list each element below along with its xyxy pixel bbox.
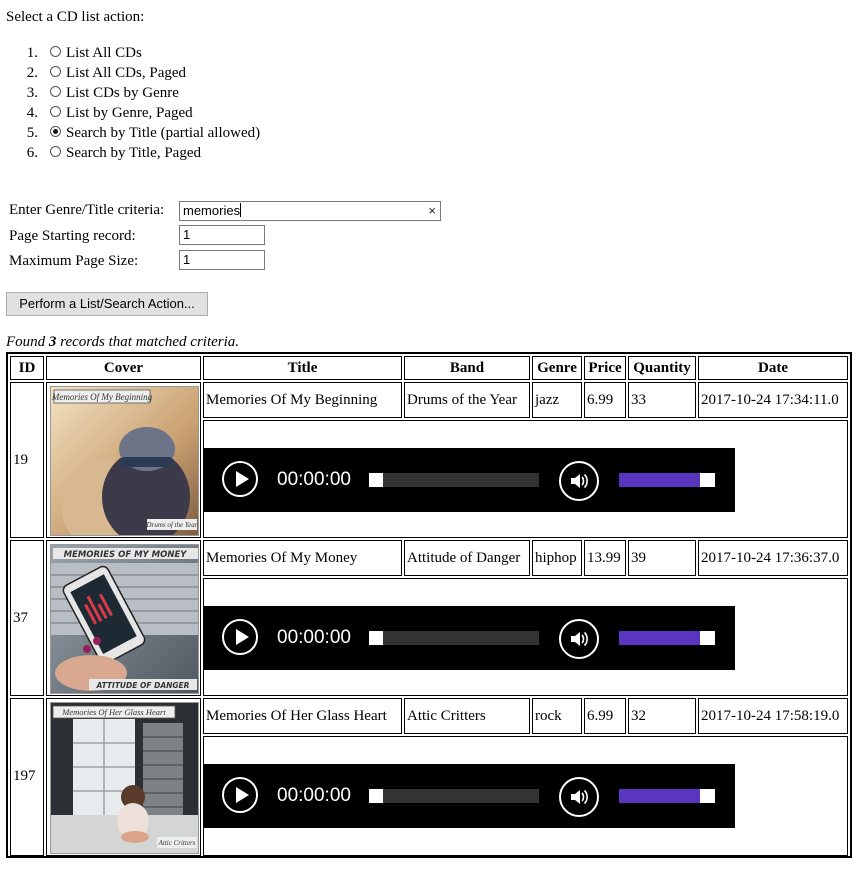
volume-thumb[interactable] (700, 473, 715, 487)
cell-id: 37 (10, 540, 44, 696)
album-cover: MEMORIES OF MY MONEY ATTITUDE OF DANGER (50, 544, 199, 694)
cover-band-art: ATTITUDE OF DANGER (96, 681, 190, 690)
cell-band: Attic Critters (404, 698, 530, 734)
header-price: Price (584, 356, 626, 380)
speaker-icon[interactable] (559, 777, 599, 817)
volume-thumb[interactable] (700, 789, 715, 803)
cell-genre: hiphop (532, 540, 582, 576)
criteria-input[interactable]: memories × (179, 201, 441, 221)
cell-price: 13.99 (584, 540, 626, 576)
play-icon[interactable] (222, 461, 258, 497)
album-cover: Memories Of Her Glass Heart Attic Critte… (50, 702, 199, 854)
start-record-label: Page Starting record: (9, 228, 136, 244)
cell-date: 2017-10-24 17:34:11.0 (698, 382, 848, 418)
volume-slider[interactable] (619, 473, 715, 487)
cell-price: 6.99 (584, 382, 626, 418)
clear-icon[interactable]: × (428, 202, 436, 220)
cell-title: Memories Of Her Glass Heart (203, 698, 402, 734)
audio-player: 00:00:00 (203, 448, 735, 512)
cell-quantity: 39 (628, 540, 696, 576)
cell-date: 2017-10-24 17:58:19.0 (698, 698, 848, 734)
cover-title-art: Memories Of Her Glass Heart (61, 707, 166, 717)
seek-thumb[interactable] (369, 473, 383, 487)
audio-player: 00:00:00 (203, 606, 735, 670)
cell-date: 2017-10-24 17:36:37.0 (698, 540, 848, 576)
player-time: 00:00:00 (277, 627, 351, 648)
cover-title-art: Memories Of My Beginning (51, 392, 153, 402)
cell-title: Memories Of My Beginning (203, 382, 402, 418)
criteria-label: Enter Genre/Title criteria: (9, 202, 165, 218)
criteria-value: memories (183, 203, 241, 218)
audio-player: 00:00:00 (203, 764, 735, 828)
volume-slider[interactable] (619, 631, 715, 645)
cell-id: 19 (10, 382, 44, 538)
seek-thumb[interactable] (369, 631, 383, 645)
radio-button[interactable] (50, 106, 61, 117)
start-record-input[interactable]: 1 (179, 225, 265, 245)
cell-quantity: 32 (628, 698, 696, 734)
speaker-icon[interactable] (559, 619, 599, 659)
seek-bar[interactable] (369, 789, 539, 803)
perform-action-button[interactable]: Perform a List/Search Action... (6, 292, 208, 316)
cell-cover: MEMORIES OF MY MONEY ATTITUDE OF DANGER (46, 540, 201, 696)
album-cover: Memories Of My Beginning Drums of the Ye… (50, 386, 199, 536)
header-band: Band (404, 356, 530, 380)
cover-band-art: Attic Critters (158, 839, 196, 847)
play-icon[interactable] (222, 777, 258, 813)
cell-price: 6.99 (584, 698, 626, 734)
action-prompt: Select a CD list action: (6, 9, 145, 25)
cell-title: Memories Of My Money (203, 540, 402, 576)
header-genre: Genre (532, 356, 582, 380)
radio-button[interactable] (50, 146, 61, 157)
speaker-icon[interactable] (559, 461, 599, 501)
radio-button[interactable] (50, 66, 61, 77)
cell-band: Drums of the Year (404, 382, 530, 418)
header-quantity: Quantity (628, 356, 696, 380)
page-size-label: Maximum Page Size: (9, 253, 139, 269)
header-title: Title (203, 356, 402, 380)
player-time: 00:00:00 (277, 469, 351, 490)
radio-button[interactable] (50, 86, 61, 97)
seek-bar[interactable] (369, 473, 539, 487)
play-icon[interactable] (222, 619, 258, 655)
seek-bar[interactable] (369, 631, 539, 645)
cell-cover: Memories Of Her Glass Heart Attic Critte… (46, 698, 201, 856)
cell-genre: jazz (532, 382, 582, 418)
volume-thumb[interactable] (700, 631, 715, 645)
cell-quantity: 33 (628, 382, 696, 418)
cell-genre: rock (532, 698, 582, 734)
header-date: Date (698, 356, 848, 380)
header-cover: Cover (46, 356, 201, 380)
page-size-input[interactable]: 1 (179, 250, 265, 270)
cell-band: Attitude of Danger (404, 540, 530, 576)
volume-slider[interactable] (619, 789, 715, 803)
cell-id: 197 (10, 698, 44, 856)
cell-cover: Memories Of My Beginning Drums of the Ye… (46, 382, 201, 538)
header-id: ID (10, 356, 44, 380)
player-time: 00:00:00 (277, 785, 351, 806)
seek-thumb[interactable] (369, 789, 383, 803)
text-caret (240, 203, 242, 217)
radio-button[interactable] (50, 46, 61, 57)
results-summary: Found 3 records that matched criteria. (6, 334, 240, 350)
cover-title-art: MEMORIES OF MY MONEY (64, 550, 188, 560)
cover-band-art: Drums of the Year (146, 521, 198, 529)
radio-button-selected[interactable] (50, 126, 61, 137)
